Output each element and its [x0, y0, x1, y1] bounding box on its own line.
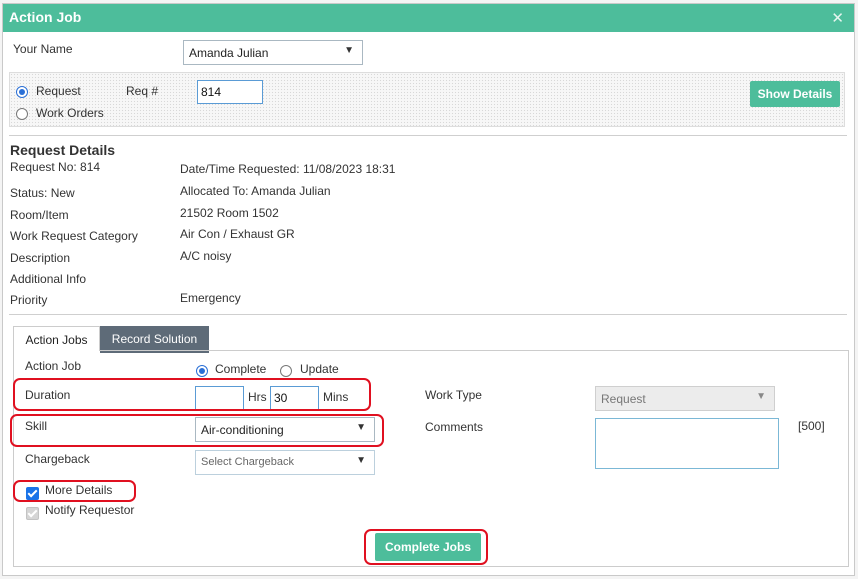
description-value: A/C noisy: [180, 249, 232, 263]
request-selector-panel: Request Work Orders Req # Show Details: [9, 72, 845, 127]
highlight-complete-jobs: [364, 529, 488, 565]
close-icon[interactable]: ✕: [831, 9, 844, 27]
work-type-label: Work Type: [425, 388, 482, 402]
req-number-label: Req #: [126, 84, 159, 98]
chevron-down-icon: ▼: [756, 391, 766, 402]
category-label: Work Request Category: [10, 229, 138, 243]
notify-requestor-checkbox[interactable]: [26, 507, 39, 520]
room-value: 21502 Room 1502: [180, 206, 279, 220]
status: Status: New: [10, 186, 75, 200]
category-value: Air Con / Exhaust GR: [180, 227, 295, 241]
radio-request[interactable]: [16, 86, 28, 98]
dialog-title: Action Job: [9, 9, 82, 25]
divider: [9, 135, 847, 136]
dialog-titlebar: Action Job ✕: [3, 4, 854, 32]
chargeback-placeholder: Select Chargeback: [201, 456, 294, 468]
highlight-skill: [10, 414, 384, 447]
comments-label: Comments: [425, 420, 484, 434]
your-name-select[interactable]: Amanda Julian ▼: [183, 40, 363, 65]
tab-record-solution[interactable]: Record Solution: [100, 326, 209, 353]
your-name-value: Amanda Julian: [189, 46, 269, 60]
radio-work-orders-label: Work Orders: [36, 106, 104, 120]
tab-action-jobs[interactable]: Action Jobs: [13, 326, 100, 351]
highlight-more-details: [13, 480, 136, 502]
request-details-title: Request Details: [10, 142, 116, 158]
description-label: Description: [10, 251, 71, 265]
radio-update-label: Update: [300, 362, 339, 376]
comments-textarea[interactable]: [595, 418, 779, 469]
comments-char-limit: [500]: [798, 419, 825, 433]
additional-info-label: Additional Info: [10, 272, 87, 286]
chevron-down-icon: ▼: [344, 45, 354, 56]
work-type-value: Request: [601, 392, 646, 406]
radio-update[interactable]: [280, 365, 292, 377]
highlight-duration: [13, 378, 371, 411]
divider: [9, 314, 847, 315]
priority-value: Emergency: [180, 291, 241, 305]
action-job-dialog: Action Job ✕ Your Name Amanda Julian ▼ R…: [2, 3, 855, 576]
radio-complete[interactable]: [196, 365, 208, 377]
date-time-requested: Date/Time Requested: 11/08/2023 18:31: [180, 162, 396, 176]
priority-label: Priority: [10, 293, 48, 307]
chargeback-select[interactable]: Select Chargeback ▼: [195, 450, 375, 475]
radio-request-label: Request: [36, 84, 81, 98]
chevron-down-icon: ▼: [356, 455, 366, 466]
your-name-label: Your Name: [13, 42, 73, 56]
notify-requestor-label: Notify Requestor: [45, 503, 135, 517]
chargeback-label: Chargeback: [25, 452, 90, 466]
show-details-button[interactable]: Show Details: [750, 81, 840, 107]
radio-work-orders[interactable]: [16, 108, 28, 120]
room-label: Room/Item: [10, 208, 69, 222]
radio-complete-label: Complete: [215, 362, 267, 376]
req-number-input[interactable]: [197, 80, 263, 104]
request-no: Request No: 814: [10, 160, 101, 174]
allocated-to: Allocated To: Amanda Julian: [180, 184, 331, 198]
work-type-select[interactable]: Request ▼: [595, 386, 775, 411]
action-job-label: Action Job: [25, 359, 82, 373]
